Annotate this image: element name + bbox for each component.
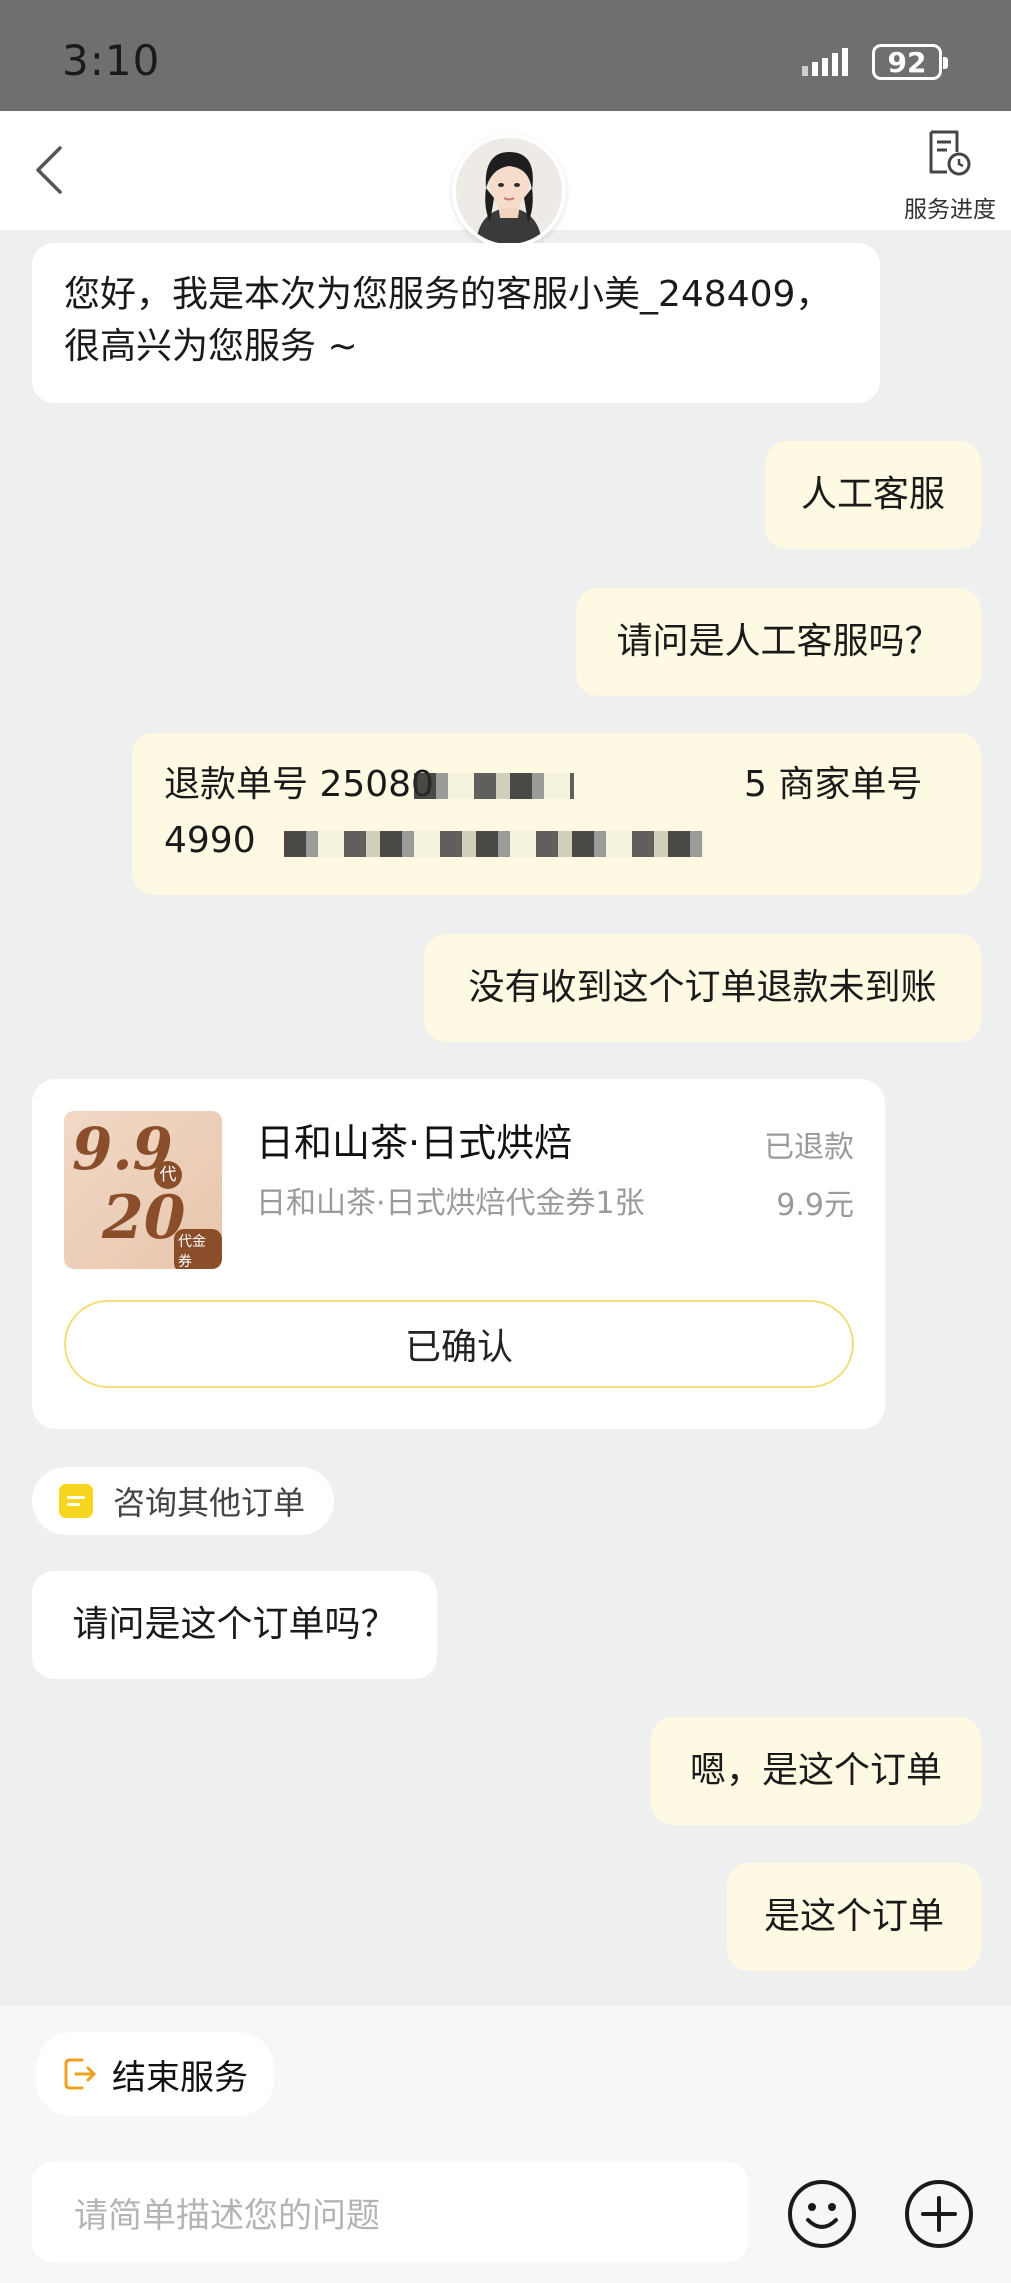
refund-number-prefix: 退款单号 25080 xyxy=(164,764,434,805)
plus-icon[interactable] xyxy=(903,2178,975,2250)
redaction-mask xyxy=(284,831,704,857)
user-message: 没有收到这个订单退款未到账 xyxy=(424,934,981,1042)
message-input[interactable]: 请简单描述您的问题 xyxy=(32,2162,748,2262)
user-message: 是这个订单 xyxy=(727,1863,981,1971)
consult-other-orders-button[interactable]: 咨询其他订单 xyxy=(32,1467,334,1535)
confirmed-button[interactable]: 已确认 xyxy=(64,1300,854,1388)
end-service-button[interactable]: 结束服务 xyxy=(36,2032,274,2116)
note-icon xyxy=(59,1484,93,1518)
refund-amount: 9.9元 xyxy=(776,1188,854,1223)
merchant-number-prefix: 4990 xyxy=(164,820,256,861)
exit-icon xyxy=(64,2058,96,2090)
refund-status: 已退款 xyxy=(764,1130,854,1165)
user-message: 嗯，是这个订单 xyxy=(651,1717,981,1825)
voucher-thumbnail: 9.9 代 20 代金券 xyxy=(64,1111,222,1269)
redaction-mask xyxy=(414,773,574,799)
back-icon[interactable] xyxy=(30,140,70,200)
agent-message: 您好，我是本次为您服务的客服小美_248409，很高兴为您服务 ~ xyxy=(32,243,880,403)
merchant-number-label: 5 商家单号 xyxy=(744,764,923,805)
battery-indicator: 92 xyxy=(872,44,948,80)
emoji-icon[interactable] xyxy=(786,2178,858,2250)
service-progress-label[interactable]: 服务进度 xyxy=(895,190,1005,224)
signal-icon xyxy=(802,48,848,76)
shop-name: 日和山茶·日式烘焙 xyxy=(256,1121,573,1165)
agent-avatar xyxy=(452,134,566,248)
user-message-refund-numbers: 退款单号 25080 5 商家单号 4990 xyxy=(132,733,981,895)
status-time: 3:10 xyxy=(62,36,161,85)
order-description: 日和山茶·日式烘焙代金券1张 xyxy=(256,1186,645,1221)
agent-message: 请问是这个订单吗？ xyxy=(32,1571,437,1679)
voucher-tag: 代金券 xyxy=(174,1229,222,1269)
consult-other-orders-label: 咨询其他订单 xyxy=(113,1484,306,1522)
user-message: 人工客服 xyxy=(765,441,981,549)
service-progress-icon[interactable] xyxy=(925,128,973,178)
voucher-face-value: 20 xyxy=(102,1183,186,1253)
end-service-label: 结束服务 xyxy=(112,2057,248,2098)
user-message: 请问是人工客服吗？ xyxy=(576,588,981,696)
